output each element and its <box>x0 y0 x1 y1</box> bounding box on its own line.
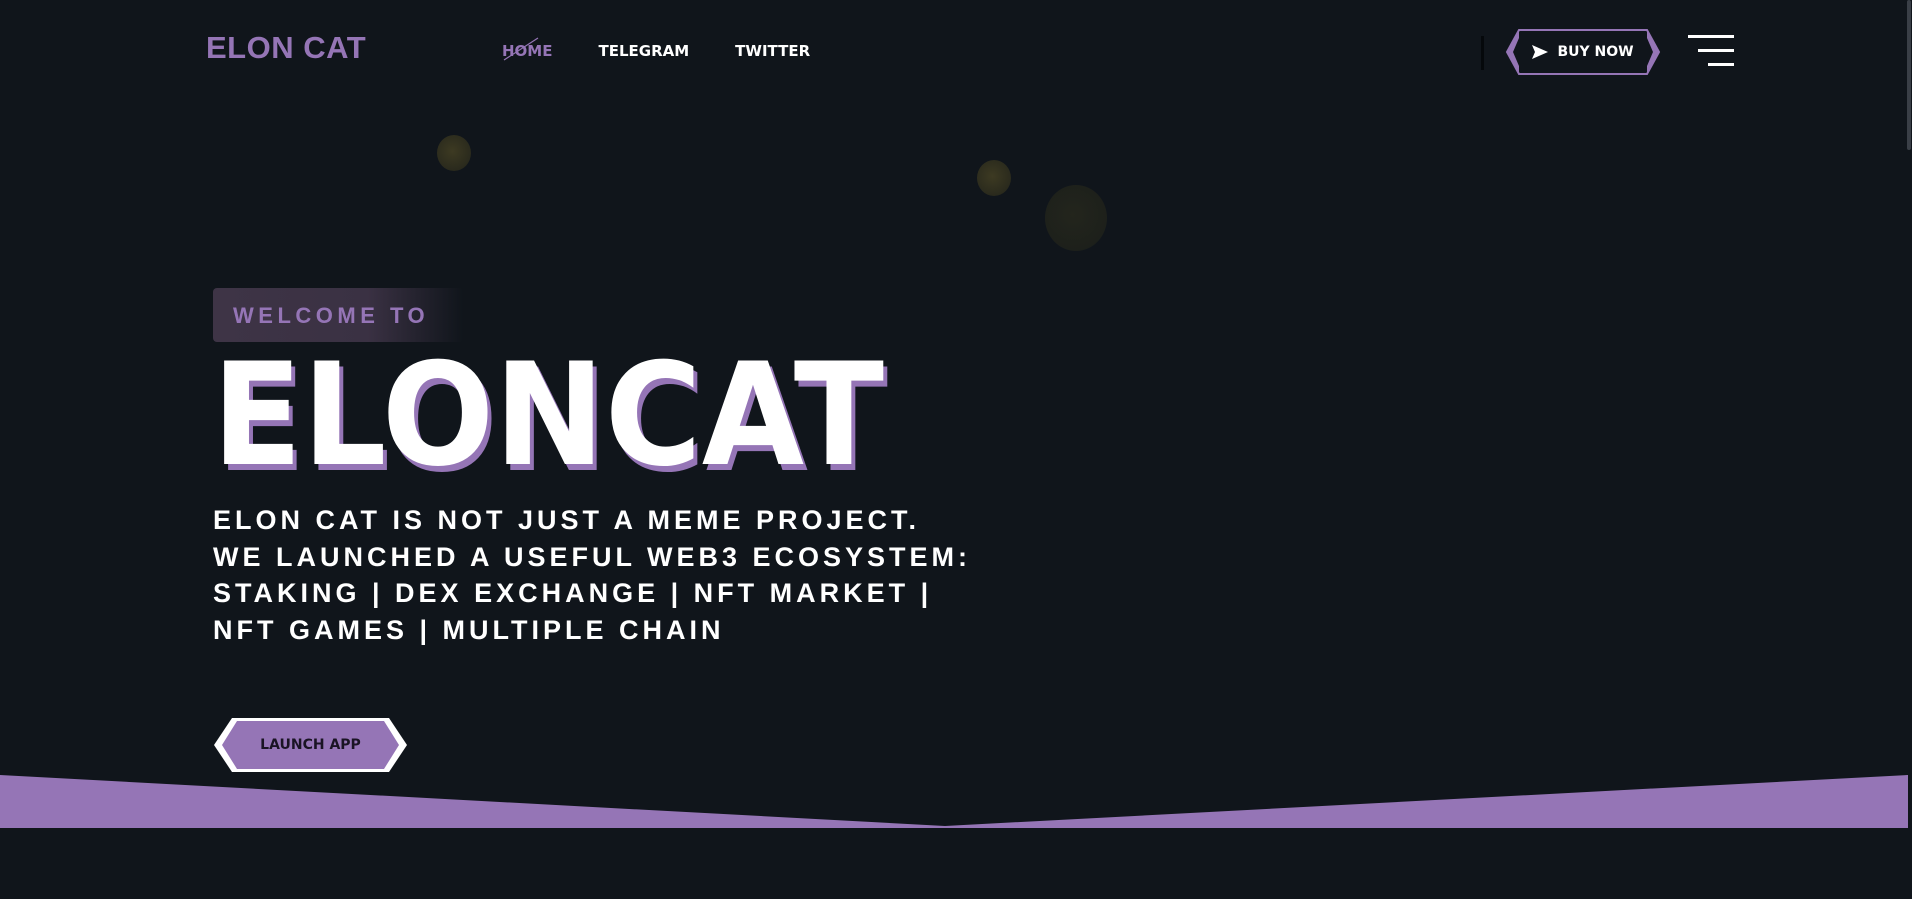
coin-decoration <box>977 160 1011 196</box>
nav-telegram-label: TELEGRAM <box>598 42 690 60</box>
hamburger-menu-icon[interactable] <box>1688 35 1734 67</box>
welcome-badge: WELCOME TO <box>213 288 463 342</box>
main-nav: HOME TELEGRAM TWITTER <box>502 37 856 61</box>
buy-now-button[interactable]: BUY NOW <box>1505 27 1661 77</box>
welcome-text: WELCOME TO <box>233 303 430 328</box>
nav-home[interactable]: HOME <box>502 37 553 61</box>
nav-twitter-label: TWITTER <box>735 42 811 60</box>
landing-page: ELON CAT HOME TELEGRAM TWITTER BUY NOW W… <box>0 0 1912 899</box>
buy-now-label: BUY NOW <box>1557 44 1634 60</box>
hero-description: ELON CAT IS NOT JUST A MEME PROJECT. WE … <box>213 505 972 645</box>
section-divider-wave <box>0 775 1908 828</box>
hero-title: ELONCAT ELONCAT <box>212 350 888 490</box>
nav-twitter[interactable]: TWITTER <box>735 42 810 60</box>
scrollbar-thumb[interactable] <box>1907 0 1911 150</box>
nav-home-label: HOME <box>502 42 553 60</box>
send-icon <box>1532 45 1549 59</box>
launch-app-label: LAUNCH APP <box>260 737 361 753</box>
hero-title-text: ELONCAT <box>212 350 884 490</box>
coin-decoration <box>437 135 471 171</box>
header-divider <box>1481 36 1484 70</box>
coin-decoration <box>1045 185 1107 251</box>
scrollbar[interactable] <box>1906 0 1912 899</box>
launch-app-button[interactable]: LAUNCH APP <box>213 716 408 774</box>
site-logo[interactable]: ELON CAT <box>206 30 366 66</box>
nav-telegram[interactable]: TELEGRAM <box>598 42 689 60</box>
